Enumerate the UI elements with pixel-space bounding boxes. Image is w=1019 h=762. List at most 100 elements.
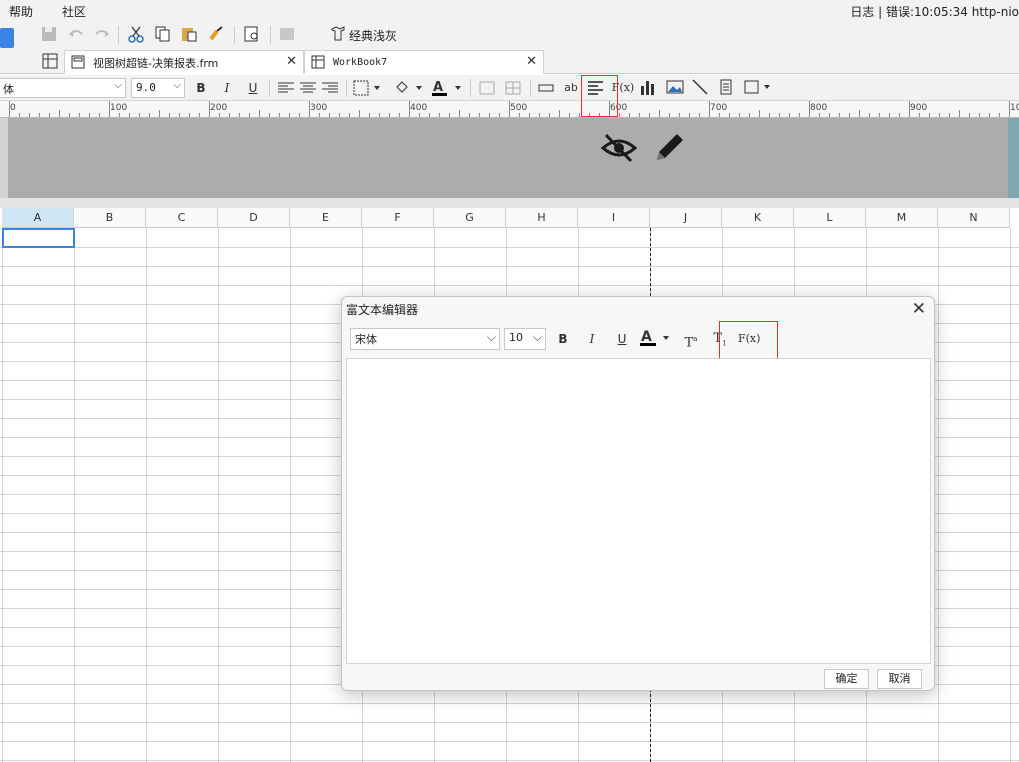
template-icon[interactable] (278, 25, 296, 43)
dialog-font-color-icon[interactable]: A (639, 328, 673, 348)
ruler-tick-label: 900 (910, 103, 928, 113)
tab-bar: 视图树超链-决策报表.frm ✕ WorkBook7 ✕ (0, 48, 1019, 74)
underline-button[interactable]: U (243, 78, 263, 98)
ruler-tick (689, 113, 690, 117)
tab-frm[interactable]: 视图树超链-决策报表.frm ✕ (64, 50, 304, 74)
ruler-tick (749, 113, 750, 117)
ruler-tick (899, 113, 900, 117)
scroll-accent[interactable] (1008, 118, 1019, 198)
ruler-tick (149, 113, 150, 117)
svg-text:A: A (433, 80, 443, 95)
ruler-tick (709, 101, 710, 117)
ruler-tick (759, 110, 760, 117)
theme-icon[interactable] (330, 26, 346, 42)
column-header[interactable]: E (290, 208, 362, 228)
column-header[interactable]: G (434, 208, 506, 228)
dialog-size-select[interactable]: 10 ⌵ (504, 328, 546, 350)
column-header[interactable]: C (146, 208, 218, 228)
hide-eye-icon[interactable] (601, 132, 637, 164)
cancel-button[interactable]: 取消 (877, 669, 922, 689)
ruler-tick (929, 113, 930, 117)
dialog-font-select[interactable]: 宋体 ⌵ (350, 328, 500, 350)
shape-icon[interactable] (744, 79, 774, 95)
font-color-icon[interactable]: A (431, 79, 463, 97)
align-right-icon[interactable] (322, 82, 338, 94)
ruler-tick (649, 113, 650, 117)
dialog-bold-button[interactable]: B (553, 329, 573, 349)
column-header[interactable]: I (578, 208, 650, 228)
italic-button[interactable]: I (217, 78, 237, 98)
split-cells-icon[interactable] (505, 80, 521, 96)
close-tab-icon[interactable]: ✕ (526, 54, 537, 69)
grid-line (0, 741, 1019, 742)
ruler-tick (499, 113, 500, 117)
ruler: 0 100 200 300 400 500 600 700 800 900 10 (0, 101, 1019, 118)
column-header[interactable]: M (866, 208, 938, 228)
column-header[interactable]: A (2, 208, 74, 228)
theme-label[interactable]: 经典浅灰 (349, 27, 397, 44)
slash-icon[interactable] (692, 79, 708, 95)
ruler-tick (879, 113, 880, 117)
fill-color-icon[interactable] (394, 80, 424, 96)
close-tab-icon[interactable]: ✕ (286, 54, 297, 69)
paste-icon[interactable] (180, 25, 198, 43)
column-header[interactable]: L (794, 208, 866, 228)
selected-cell[interactable] (2, 228, 75, 248)
chevron-down-icon: ⌵ (173, 80, 181, 91)
dialog-italic-button[interactable]: I (582, 329, 602, 349)
redo-icon[interactable] (93, 25, 111, 43)
column-header[interactable]: H (506, 208, 578, 228)
ruler-tick (299, 113, 300, 117)
menu-community[interactable]: 社区 (62, 3, 86, 20)
chevron-down-icon: ⌵ (486, 330, 496, 344)
superscript-button[interactable]: Ta (681, 329, 701, 350)
ruler-tick (339, 113, 340, 117)
ruler-tick (559, 110, 560, 117)
ruler-tick (679, 113, 680, 117)
undo-icon[interactable] (67, 25, 85, 43)
align-left-icon[interactable] (278, 82, 294, 94)
close-icon[interactable]: ✕ (912, 299, 926, 319)
bold-button[interactable]: B (191, 78, 211, 98)
ruler-tick (139, 113, 140, 117)
image-icon[interactable] (666, 79, 684, 95)
cut-icon[interactable] (127, 25, 145, 43)
column-header[interactable]: K (722, 208, 794, 228)
merge-cells-icon[interactable] (479, 80, 495, 96)
chevron-down-icon: ⌵ (532, 330, 542, 344)
format-brush-icon[interactable] (207, 25, 225, 43)
tab-workbook[interactable]: WorkBook7 ✕ (304, 50, 544, 74)
ruler-tick (19, 113, 20, 117)
text-tool-button[interactable]: ab (561, 78, 581, 98)
ruler-tick (539, 113, 540, 117)
font-family-select[interactable]: 体 ⌵ (0, 78, 126, 98)
dialog-underline-button[interactable]: U (612, 329, 632, 349)
copy-icon[interactable] (154, 25, 172, 43)
align-center-icon[interactable] (300, 82, 316, 94)
ruler-tick (89, 113, 90, 117)
subreport-icon[interactable] (718, 79, 734, 95)
preview-icon[interactable] (243, 25, 261, 43)
column-header[interactable]: F (362, 208, 434, 228)
rich-text-area[interactable] (346, 358, 931, 664)
edit-pencil-icon[interactable] (653, 130, 687, 164)
ruler-tick (419, 113, 420, 117)
column-header[interactable]: D (218, 208, 290, 228)
ruler-tick (809, 101, 810, 117)
insert-field-icon[interactable] (538, 81, 554, 95)
save-icon[interactable] (40, 25, 58, 43)
column-header[interactable]: N (938, 208, 1010, 228)
separator (269, 79, 270, 97)
grid-line (2, 228, 3, 762)
ruler-tick (919, 113, 920, 117)
column-header[interactable]: B (74, 208, 146, 228)
grid-line (0, 285, 1019, 286)
grid-menu-icon[interactable] (42, 53, 58, 69)
separator (530, 79, 531, 97)
ok-button[interactable]: 确定 (824, 669, 869, 689)
border-icon[interactable] (353, 80, 381, 96)
font-size-select[interactable]: 9.0 ⌵ (131, 78, 185, 98)
chart-icon[interactable] (640, 79, 656, 95)
column-header[interactable]: J (650, 208, 722, 228)
menu-help[interactable]: 帮助 (9, 3, 33, 20)
